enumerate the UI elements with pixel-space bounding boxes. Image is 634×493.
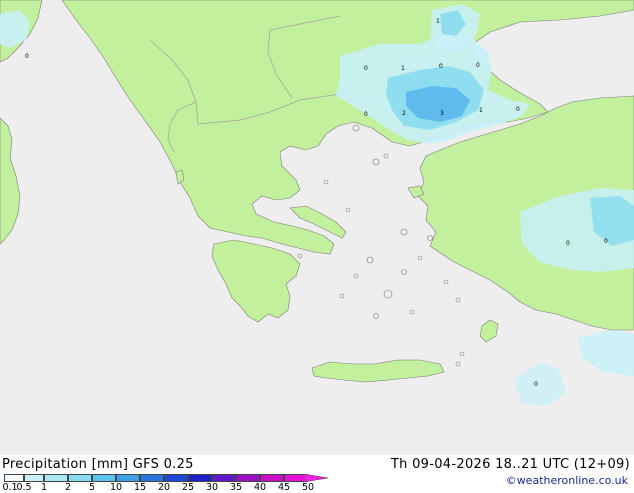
scale-tick-label: 10 <box>109 482 123 493</box>
scale-tick-label: 0.1 <box>2 482 18 493</box>
precipitation-map: 1 0 1 0 0 0 2 3 1 0 0 0 0 0 <box>0 0 634 455</box>
scale-tick-label: 30 <box>205 482 219 493</box>
valid-time: Th 09-04-2026 18..21 UTC (12+09) <box>390 457 630 472</box>
contour-label: 0 <box>566 240 570 247</box>
contour-label: 1 <box>401 65 405 72</box>
scale-swatch <box>260 474 284 482</box>
scale-swatch <box>164 474 188 482</box>
contour-label: 0 <box>604 238 608 245</box>
scale-tick-label: 45 <box>277 482 291 493</box>
scale-swatch <box>188 474 212 482</box>
scale-swatch <box>140 474 164 482</box>
credit-link[interactable]: ©weatheronline.co.uk <box>506 474 628 487</box>
scale-tick-label: 40 <box>253 482 267 493</box>
scale-swatch <box>68 474 92 482</box>
scale-tick-label: 25 <box>181 482 195 493</box>
scale-tick-label: 2 <box>64 482 72 493</box>
contour-label: 0 <box>439 63 443 70</box>
scale-tick-label: 15 <box>133 482 147 493</box>
scale-swatch <box>4 474 24 482</box>
scale-swatch <box>44 474 68 482</box>
map-footer: Precipitation [mm] GFS 0.25 Th 09-04-202… <box>0 455 634 493</box>
scale-swatch <box>212 474 236 482</box>
weather-map-page: 1 0 1 0 0 0 2 3 1 0 0 0 0 0 Precipitatio… <box>0 0 634 493</box>
color-scale-bar <box>4 474 308 482</box>
scale-swatch <box>24 474 44 482</box>
scale-tick-label: 0.5 <box>16 482 32 493</box>
scale-tick-label: 1 <box>40 482 48 493</box>
map-title: Precipitation [mm] GFS 0.25 <box>2 457 194 472</box>
contour-label: 0 <box>534 381 538 388</box>
contour-label: 3 <box>440 110 444 117</box>
contour-label: 2 <box>402 110 406 117</box>
contour-label: 0 <box>364 111 368 118</box>
contour-label: 1 <box>479 107 483 114</box>
model-name: GFS 0.25 <box>132 457 194 472</box>
scale-tick-label: 35 <box>229 482 243 493</box>
product-name: Precipitation [mm] <box>2 457 129 472</box>
contour-label: 0 <box>516 106 520 113</box>
color-scale-labels: 0.1 0.5 1 2 5 10 15 20 25 30 35 40 45 50 <box>0 482 340 493</box>
contour-label: 1 <box>436 18 440 25</box>
contour-label: 0 <box>25 53 29 60</box>
scale-swatch <box>116 474 140 482</box>
scale-swatch <box>236 474 260 482</box>
scale-tick-label: 50 <box>301 482 315 493</box>
scale-tick-label: 20 <box>157 482 171 493</box>
scale-swatch <box>92 474 116 482</box>
contour-label: 0 <box>476 62 480 69</box>
contour-label: 0 <box>364 65 368 72</box>
scale-tick-label: 5 <box>88 482 96 493</box>
